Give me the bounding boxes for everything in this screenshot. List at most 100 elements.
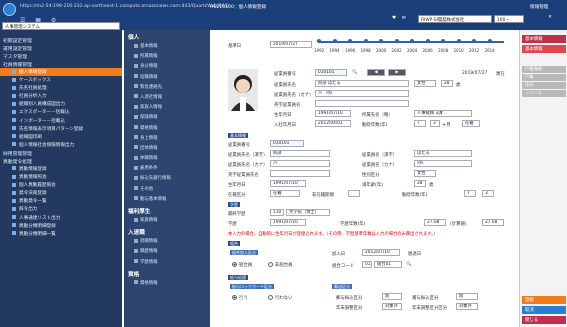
- gender-field[interactable]: 女性: [414, 80, 436, 87]
- submenu-item-0-10[interactable]: 団体情報: [124, 143, 210, 153]
- grad-date[interactable]: 1991/07/10: [270, 219, 306, 226]
- timeline-tick-9[interactable]: [456, 39, 461, 43]
- m3-select[interactable]: 対象外: [382, 303, 402, 310]
- system-select[interactable]: 人事管理システム: [2, 22, 120, 30]
- b-cont-m[interactable]: 3: [482, 190, 494, 197]
- name-field[interactable]: 阿部 はたる: [315, 80, 409, 87]
- submenu-item-0-0[interactable]: 基本情報: [124, 41, 210, 51]
- sidebar-group-1[interactable]: 運用設定管理: [0, 44, 122, 52]
- sidebar-item2-2[interactable]: 個人異動履歴照会: [0, 181, 122, 189]
- sidebar-item-1[interactable]: ケースボックス: [0, 76, 122, 84]
- right-button-0[interactable]: 基本情報: [522, 35, 566, 43]
- submenu-item-0-2[interactable]: 身分情報: [124, 61, 210, 71]
- timeline-tick-7[interactable]: [425, 39, 430, 43]
- base-date-field[interactable]: 2019/07/27: [270, 41, 312, 48]
- heart-icon[interactable]: ♥: [392, 16, 396, 21]
- school-code[interactable]: 110: [270, 209, 284, 216]
- company-select[interactable]: RIWP-SI開発株式会社: [418, 15, 492, 23]
- b-mei-field[interactable]: はたる: [414, 150, 472, 157]
- school-name[interactable]: 大学院（博士）: [286, 209, 330, 216]
- timeline-tick-4[interactable]: [379, 39, 383, 43]
- b-eng-field[interactable]: [270, 170, 330, 177]
- sal-opt2[interactable]: 行わない: [268, 295, 293, 301]
- b-status-select[interactable]: 在籍: [270, 190, 300, 197]
- sidebar-group2-0[interactable]: 採用管理管理: [0, 149, 122, 157]
- timeline-tick-5[interactable]: [394, 39, 399, 43]
- b-tenure-field[interactable]: [348, 190, 360, 197]
- right-tab-2[interactable]: 住所: [522, 82, 566, 89]
- search-icon[interactable]: 🔍: [352, 70, 357, 75]
- footer-button-1[interactable]: 取消: [522, 306, 566, 314]
- b-gender-select[interactable]: 女性: [414, 170, 436, 177]
- submenu-item-0-15[interactable]: 勤与基本情報: [124, 194, 210, 204]
- timeline-tick-10[interactable]: [472, 39, 476, 43]
- submenu-item-0-5[interactable]: 入退社情報: [124, 92, 210, 102]
- sidebar-item2-7[interactable]: 異動分類明細登録: [0, 222, 122, 230]
- radio-icon[interactable]: [232, 262, 237, 267]
- b-cont-y[interactable]: 7: [464, 190, 476, 197]
- footer-button-0[interactable]: 登録: [522, 296, 566, 304]
- sidebar-item2-0[interactable]: 異動情報登録: [0, 165, 122, 173]
- tenure-flag[interactable]: 在籍: [462, 120, 480, 127]
- right-tab-3[interactable]: リリース: [522, 90, 566, 97]
- b-no-field[interactable]: 010101: [270, 140, 304, 147]
- sidebar-group2-1[interactable]: 異動発令処理: [0, 157, 122, 165]
- submenu-item-0-9[interactable]: 身上情報: [124, 133, 210, 143]
- b-birth-field[interactable]: 1991/07/10: [270, 180, 306, 187]
- right-tab-0[interactable]: 戸籍情報: [522, 66, 566, 73]
- sidebar-item-8[interactable]: 組織図印刷: [0, 133, 122, 141]
- submenu-item-2-0[interactable]: 退職情報: [124, 236, 210, 246]
- birth-field[interactable]: 1991/07/10: [315, 110, 351, 117]
- b-kana-sei-field[interactable]: ｱﾍﾞ: [270, 160, 330, 167]
- sidebar-item2-8[interactable]: 異動分類明細一覧: [0, 230, 122, 238]
- submenu-item-0-3[interactable]: 役職情報: [124, 72, 210, 82]
- submenu-item-0-7[interactable]: 保険情報: [124, 112, 210, 122]
- footer-button-2[interactable]: 閉じる: [522, 316, 566, 324]
- join-field[interactable]: 2012/04/01: [315, 120, 351, 127]
- m2-select[interactable]: 無: [456, 293, 478, 300]
- timeline-tick-8[interactable]: [441, 39, 445, 43]
- submenu-item-3-0[interactable]: 資格情報: [124, 278, 210, 288]
- right-tab-1[interactable]: 戸籍: [522, 74, 566, 81]
- assoc-date[interactable]: 2012/07/10: [362, 249, 400, 256]
- submenu-item-0-13[interactable]: 振込先銀行情報: [124, 173, 210, 183]
- sidebar-group-3[interactable]: 社員情報管理: [0, 60, 122, 68]
- timeline-tick-6[interactable]: [410, 39, 414, 43]
- sidebar-item2-1[interactable]: 異動情報照会: [0, 173, 122, 181]
- assoc-opt1[interactable]: 組合員: [232, 262, 252, 268]
- b-sei-field[interactable]: 阿部: [270, 150, 330, 157]
- sidebar-item2-3[interactable]: 発令決裁登録: [0, 189, 122, 197]
- sidebar-group-0[interactable]: 初期設定管理: [0, 36, 122, 44]
- sal-opt1[interactable]: 行う: [232, 295, 248, 301]
- grad-years[interactable]: 27.08: [424, 219, 446, 226]
- next-button[interactable]: ▶: [388, 69, 406, 76]
- right-button-1[interactable]: 基本情報: [522, 45, 566, 53]
- m4-select[interactable]: 対象外: [456, 303, 478, 310]
- sidebar-item-9[interactable]: 個人情報社会保険情報出力: [0, 141, 122, 149]
- submenu-item-0-11[interactable]: 休職情報: [124, 153, 210, 163]
- radio-icon[interactable]: [268, 262, 273, 267]
- mail-icon[interactable]: ✉: [402, 16, 406, 21]
- b-kana-mei-field[interactable]: ﾊﾀﾙ: [414, 160, 472, 167]
- timeline-tick-0[interactable]: [317, 39, 321, 43]
- sidebar-item-5[interactable]: エクスポーター－括載込: [0, 108, 122, 116]
- age-field[interactable]: 28: [441, 80, 453, 87]
- tenure-years[interactable]: 7: [414, 120, 426, 127]
- assoc-search-icon[interactable]: 🔍: [406, 262, 411, 267]
- sidebar-item-0[interactable]: 個人情報登録: [0, 68, 122, 77]
- prev-button[interactable]: ◀: [367, 69, 385, 76]
- kana-field[interactable]: ｱﾍﾞ ﾊﾀﾙ: [315, 90, 409, 97]
- eng-field[interactable]: [315, 100, 409, 107]
- sidebar-item-6[interactable]: インポーター－括載込: [0, 117, 122, 125]
- b-age-field[interactable]: 28: [414, 180, 426, 187]
- sidebar-item-3[interactable]: 社員分析入力: [0, 92, 122, 100]
- timeline-tick-1[interactable]: [332, 39, 337, 43]
- submenu-item-0-4[interactable]: 緊急連絡先: [124, 82, 210, 92]
- sidebar-item-2[interactable]: 氏名社員処理: [0, 84, 122, 92]
- emp-no-field[interactable]: 010101: [315, 69, 347, 76]
- submenu-item-0-14[interactable]: その他: [124, 184, 210, 194]
- tenure-months[interactable]: 3: [430, 120, 440, 127]
- sidebar-item2-4[interactable]: 異動発令一覧: [0, 197, 122, 205]
- assoc-opt2[interactable]: 非組合員: [268, 262, 293, 268]
- timeline-tick-2[interactable]: [348, 39, 352, 43]
